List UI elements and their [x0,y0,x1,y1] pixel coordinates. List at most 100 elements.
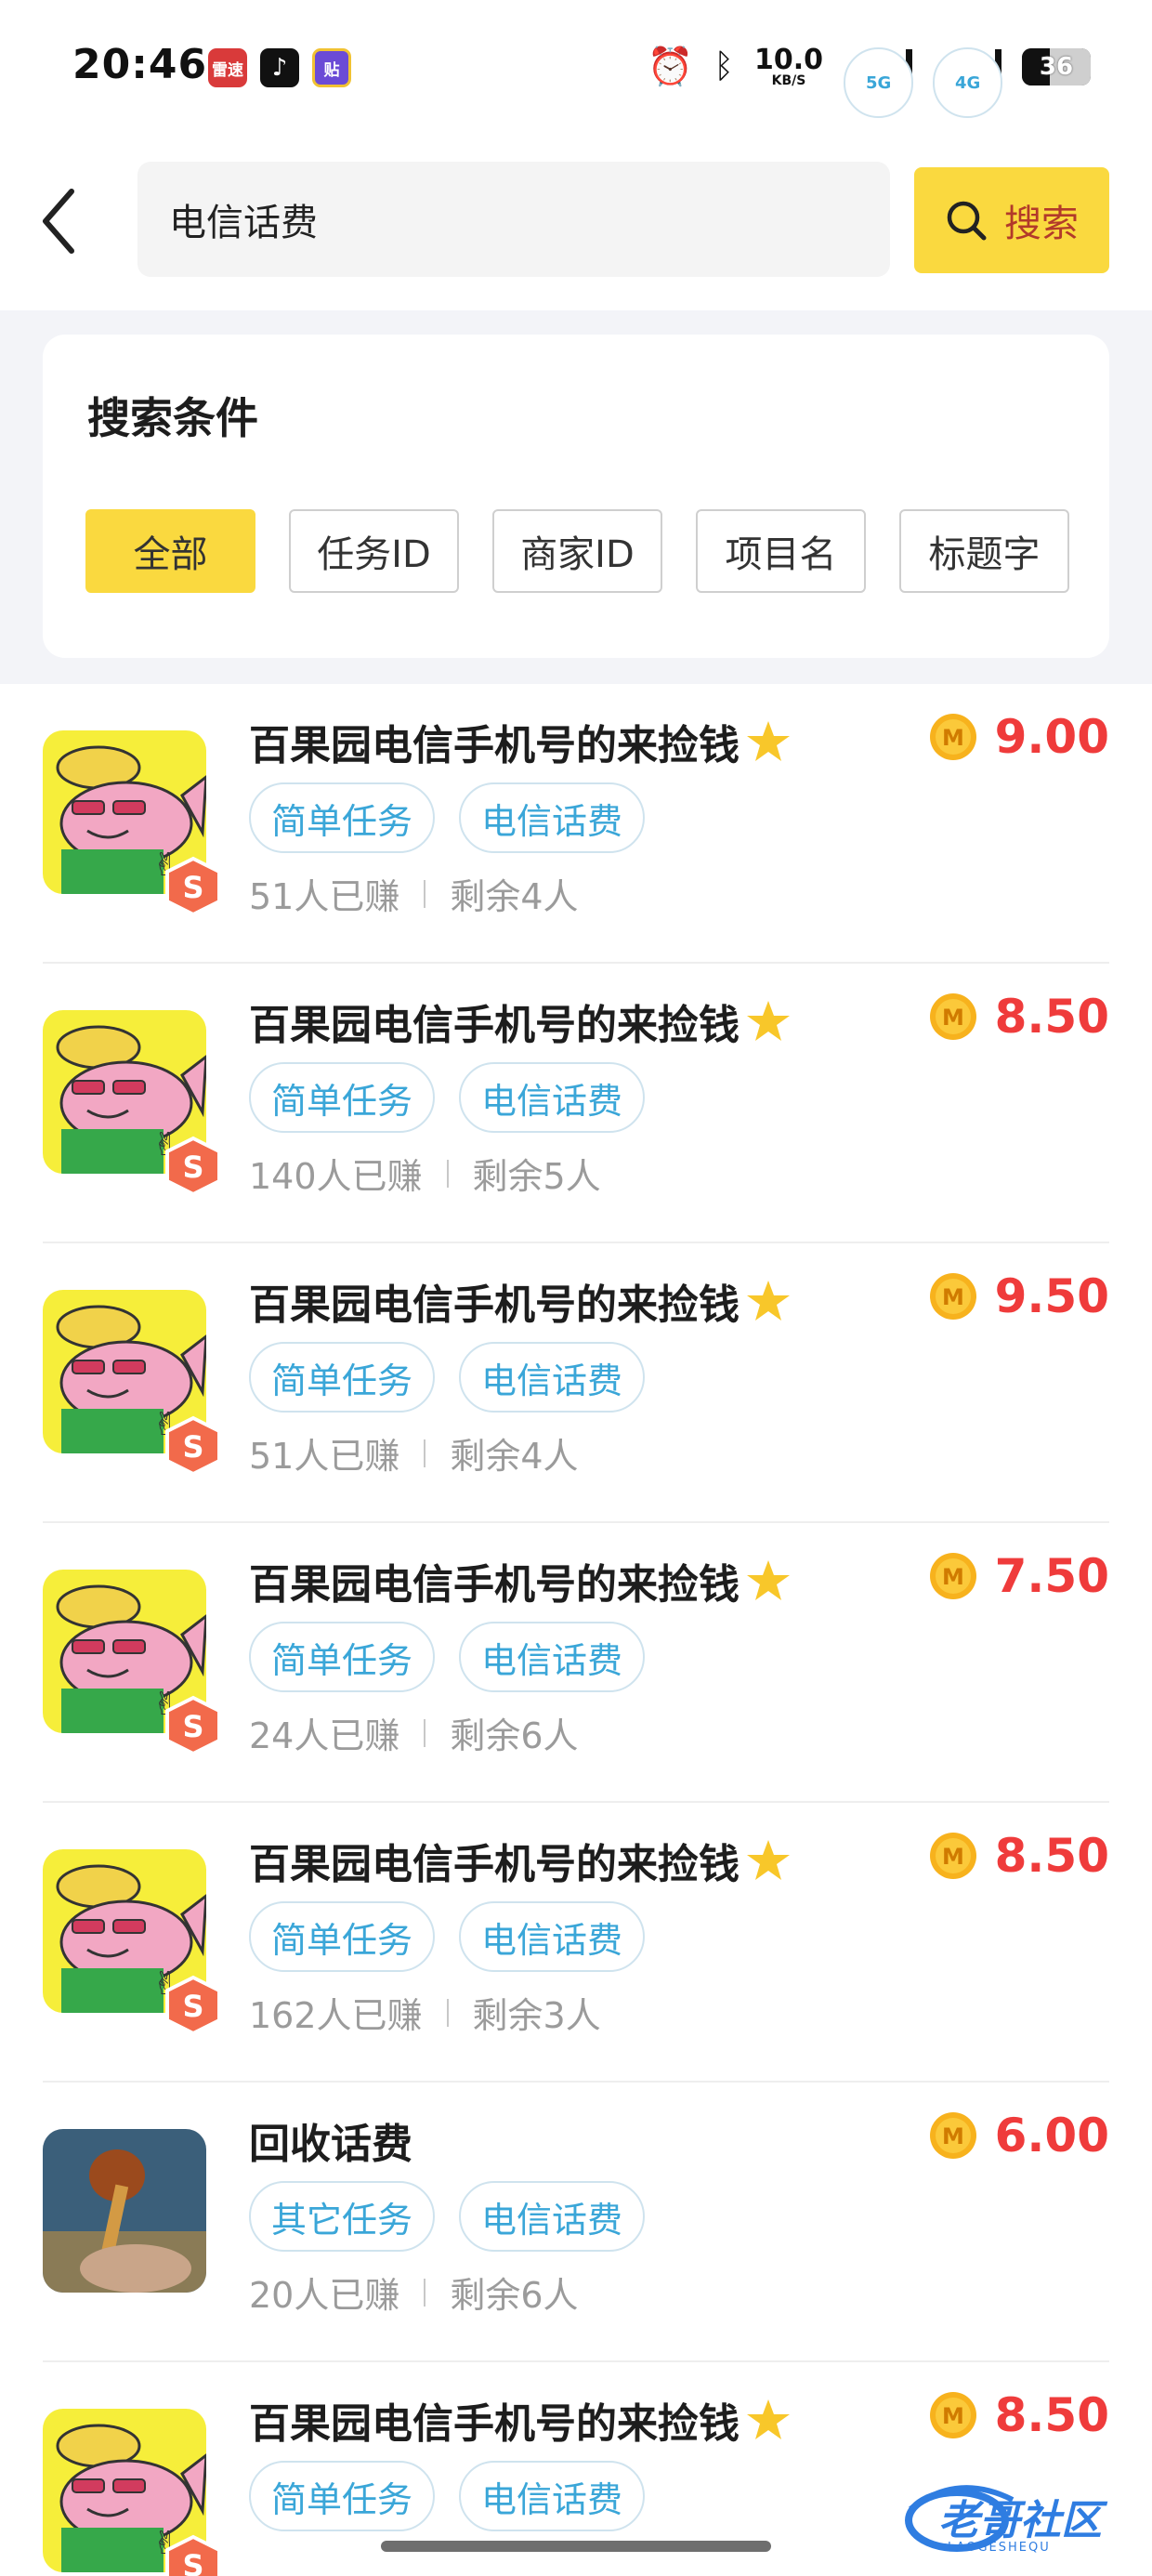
back-button[interactable] [26,184,91,258]
s-level-badge-icon: S [165,1695,221,1756]
task-title: 百果园电信手机号的来捡钱 [249,992,792,1051]
task-tags: 简单任务 电信话费 [249,1622,646,1692]
clock: 20:46 [72,41,208,88]
task-row[interactable]: ✌ S 百果园电信手机号的来捡钱 简单任务 电信话费 140人已赚 剩余5人 M… [0,964,1152,1243]
task-title-text: 百果园电信手机号的来捡钱 [249,2400,740,2448]
stats-divider [446,1159,449,1188]
alarm-icon: ⏰ [647,46,694,88]
task-type-tag: 简单任务 [249,1062,436,1133]
search-icon [947,201,987,241]
watermark-subtext: LAOGESHEQU [948,2541,1051,2555]
coin-icon: M [929,714,976,760]
task-tags: 简单任务 电信话费 [249,2461,646,2531]
star-icon [747,1560,790,1600]
search-header: 电信话费 搜索 [0,139,1152,310]
earned-count: 20人已赚 [249,2275,400,2316]
svg-text:S: S [182,1150,203,1185]
task-row[interactable]: ✌ S 百果园电信手机号的来捡钱 简单任务 电信话费 162人已赚 剩余3人 M… [0,1803,1152,2083]
earned-count: 51人已赚 [249,876,400,917]
task-type-tag: 简单任务 [249,2461,436,2531]
task-stats: 140人已赚 剩余5人 [249,1148,601,1199]
star-icon [747,2399,790,2439]
remaining-count: 剩余6人 [450,1715,579,1756]
search-button-label: 搜索 [1004,203,1079,245]
task-tags: 简单任务 电信话费 [249,782,646,853]
remaining-count: 剩余6人 [450,2275,579,2316]
filter-title: 搜索条件 [87,393,258,443]
star-icon [747,1281,790,1321]
bluetooth-icon: ᛒ [713,47,734,85]
home-indicator[interactable] [381,2541,771,2552]
remaining-count: 剩余4人 [450,876,579,917]
search-button[interactable]: 搜索 [914,167,1109,273]
svg-text:M: M [942,725,964,751]
coin-icon: M [929,2112,976,2159]
price-value: 6.00 [994,2109,1109,2162]
task-type-tag: 其它任务 [249,2181,436,2252]
task-category-tag: 电信话费 [459,2181,646,2252]
task-category-tag: 电信话费 [459,1062,646,1133]
filter-chip-merchant-id[interactable]: 商家ID [492,509,662,593]
stats-divider [446,1998,449,2027]
task-category-tag: 电信话费 [459,782,646,853]
filter-chip-project-name[interactable]: 项目名 [696,509,866,593]
battery-level: 36 [1039,53,1074,81]
s-level-badge-icon: S [165,856,221,917]
stats-divider [424,879,426,908]
stats-divider [424,2278,426,2307]
task-price: M 6.00 [928,2109,1109,2162]
svg-text:M: M [942,2123,964,2149]
task-row[interactable]: ✌ S 百果园电信手机号的来捡钱 简单任务 电信话费 51人已赚 剩余4人 M … [0,684,1152,964]
task-price: M 8.50 [928,2388,1109,2442]
filter-chip-task-id[interactable]: 任务ID [289,509,459,593]
notification-app-icon: 雷速 [208,48,247,87]
task-stats: 51人已赚 剩余4人 [249,868,579,919]
task-row[interactable]: 回收话费 其它任务 电信话费 20人已赚 剩余6人 M 6.00 [0,2083,1152,2362]
earned-count: 51人已赚 [249,1436,400,1477]
task-price: M 7.50 [928,1549,1109,1603]
task-tags: 简单任务 电信话费 [249,1901,646,1972]
task-title-text: 百果园电信手机号的来捡钱 [249,1561,740,1609]
tieba-notification-icon: 贴 [312,48,351,87]
task-category-tag: 电信话费 [459,1622,646,1692]
svg-text:S: S [182,2548,203,2576]
task-stats: 162人已赚 剩余3人 [249,1987,601,2038]
task-tags: 其它任务 电信话费 [249,2181,646,2252]
signal-5g-icon: 5G [844,47,914,118]
task-price: M 9.00 [928,710,1109,764]
stats-divider [424,1718,426,1747]
star-icon [747,721,790,761]
task-avatar [43,2129,206,2293]
svg-text:M: M [942,1844,964,1870]
earned-count: 140人已赚 [249,1156,423,1197]
svg-text:M: M [942,1564,964,1590]
star-icon [747,1840,790,1880]
task-price: M 8.50 [928,1829,1109,1883]
task-type-tag: 简单任务 [249,1342,436,1413]
price-value: 9.00 [994,710,1109,764]
coin-icon: M [929,2392,976,2438]
task-stats: 20人已赚 剩余6人 [249,2267,579,2318]
network-speed-unit: KB/S [771,73,806,88]
svg-text:M: M [942,2403,964,2429]
task-stats: 24人已赚 剩余6人 [249,1707,579,1758]
remaining-count: 剩余3人 [472,1995,601,2036]
task-row[interactable]: ✌ S 百果园电信手机号的来捡钱 简单任务 电信话费 24人已赚 剩余6人 M … [0,1523,1152,1803]
filter-chip-all[interactable]: 全部 [85,509,255,593]
s-level-badge-icon: S [165,1136,221,1197]
search-input[interactable]: 电信话费 [137,162,890,277]
task-title: 百果园电信手机号的来捡钱 [249,2390,792,2450]
filter-chip-title-keyword[interactable]: 标题字 [899,509,1069,593]
remaining-count: 剩余5人 [472,1156,601,1197]
status-bar: 20:46 雷速 ♪ 贴 ⏰ ᛒ 10.0 KB/S 5G 4G 36 [0,0,1152,139]
price-value: 8.50 [994,2388,1109,2442]
task-stats: 51人已赚 剩余4人 [249,1427,579,1479]
task-category-tag: 电信话费 [459,1901,646,1972]
watermark-text: 老哥社区 [938,2497,1102,2544]
network-speed: 10.0 KB/S [754,46,823,88]
price-value: 8.50 [994,1829,1109,1883]
battery-icon: 36 [1022,48,1091,85]
s-level-badge-icon: S [165,1415,221,1477]
task-row[interactable]: ✌ S 百果园电信手机号的来捡钱 简单任务 电信话费 51人已赚 剩余4人 M … [0,1243,1152,1523]
task-list: ✌ S 百果园电信手机号的来捡钱 简单任务 电信话费 51人已赚 剩余4人 M … [0,684,1152,2576]
